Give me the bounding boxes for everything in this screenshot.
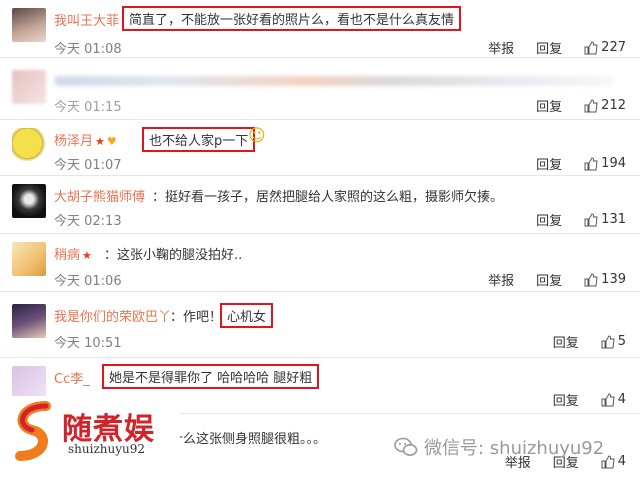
like-count: 4 [617,454,626,469]
comment-time: 今天 01:08 [54,42,122,57]
like-count: 131 [601,212,626,227]
comment-actions: 回复 194 [514,154,626,173]
comment-prefix-text: ：作吧！ [170,310,223,325]
commenter-name[interactable]: 我叫王大菲 [54,10,119,29]
like-button[interactable]: 227 [584,40,626,55]
reply-button[interactable]: 回复 [536,210,562,229]
reply-button[interactable]: 回复 [553,390,579,409]
thumbs-up-icon [584,212,598,226]
like-count: 139 [601,272,626,287]
avatar[interactable] [12,184,46,218]
commenter-name-text: 稍病 [54,248,81,263]
avatar[interactable] [12,70,46,104]
reply-button[interactable]: 回复 [536,96,562,115]
commenter-name[interactable]: 大胡子熊猫师傅 [54,186,145,205]
like-button[interactable]: 139 [584,272,626,287]
commenter-name[interactable]: 稍病 ★ [54,244,92,263]
comment-row: 大胡子熊猫师傅 ：挺好看一孩子，居然把腿给人家照的这么粗，摄影师欠揍。 今天 0… [0,176,640,234]
blurred-comment [54,76,614,86]
thumbs-up-icon [584,40,598,54]
thumbs-up-icon [584,156,598,170]
comment-text: ：挺好看一孩子，居然把腿给人家照的这么粗，摄影师欠揍。 [152,190,504,205]
comment-row: 杨泽月 ★ ♥ 也不给人家p一下 ☺ 今天 01:07 回复 194 [0,120,640,176]
avatar[interactable] [12,304,46,338]
comment-actions: 举报 回复 139 [466,270,626,289]
like-count: 194 [601,156,626,171]
brand-site: shuizhuyu92 [68,442,146,456]
comment-text: 什么这张侧身照腿很粗。。。 [170,432,327,447]
comment-row: 我叫王大菲 简直了，不能放一张好看的照片么，看也不是什么真友情 今天 01:08… [0,0,640,58]
brand-logo-icon [15,401,51,461]
vip-badge-icon: ♥ [106,135,117,148]
comment-row: 今天 01:15 回复 212 [0,58,640,120]
comment-time: 今天 01:06 [54,274,122,289]
thumbs-up-icon [601,334,615,348]
thumbs-up-icon [601,392,615,406]
like-button[interactable]: 4 [601,454,626,469]
comment-text: ：这张小鞠的腿没拍好.. [104,248,243,263]
comment-time: 今天 01:15 [54,100,122,115]
wechat-id: 微信号: shuizhuyu92 [424,438,605,459]
like-button[interactable]: 212 [584,98,626,113]
comment-row: 稍病 ★ ：这张小鞠的腿没拍好.. 今天 01:06 举报 回复 139 [0,234,640,292]
like-button[interactable]: 194 [584,156,626,171]
wechat-icon [394,437,418,456]
reply-button[interactable]: 回复 [536,38,562,57]
reply-button[interactable]: 回复 [536,154,562,173]
report-button[interactable]: 举报 [488,38,514,57]
star-badge-icon: ★ [95,135,105,148]
thumbs-up-icon [584,98,598,112]
comment-actions: 回复 5 [531,332,626,351]
reply-button[interactable]: 回复 [553,332,579,351]
comment-row: 我是你们的荣欧巴丫 ：作吧！ 心机女 今天 10:51 回复 5 [0,292,640,358]
commenter-name[interactable]: 杨泽月 ★ ♥ [54,130,117,149]
like-count: 5 [617,334,626,349]
comment-time: 今天 10:51 [54,336,122,351]
comment-text: 她是不是得罪你了 哈哈哈哈 腿好粗 [102,364,320,389]
comment-actions: 举报 回复 227 [466,38,626,57]
report-button[interactable]: 举报 [488,270,514,289]
comment-actions: 回复 212 [514,96,626,115]
commenter-name-text: 杨泽月 [54,134,94,149]
avatar[interactable] [12,8,46,42]
reply-button[interactable]: 回复 [536,270,562,289]
like-count: 212 [601,98,626,113]
comment-text: 也不给人家p一下 [142,127,256,152]
like-count: 227 [601,40,626,55]
commenter-name[interactable]: 我是你们的荣欧巴丫 [54,306,171,325]
like-button[interactable]: 131 [584,212,626,227]
comment-text: 心机女 [220,303,274,328]
grin-emoji-icon: ☺ [248,126,266,146]
brand-watermark: 随煮娱 shuizhuyu92 [0,396,180,466]
avatar[interactable] [12,242,46,276]
like-button[interactable]: 4 [601,392,626,407]
star-badge-icon: ★ [82,249,92,262]
avatar[interactable] [12,128,46,162]
avatar[interactable] [12,366,46,400]
comment-time: 今天 02:13 [54,214,122,229]
commenter-name[interactable]: Cc李_ [54,368,90,387]
comment-time: 今天 01:07 [54,158,122,173]
thumbs-up-icon [584,272,598,286]
comment-actions: 回复 4 [531,390,626,409]
like-count: 4 [617,392,626,407]
wechat-watermark: 微信号: shuizhuyu92 [394,434,604,460]
like-button[interactable]: 5 [601,334,626,349]
comment-text: 简直了，不能放一张好看的照片么，看也不是什么真友情 [122,6,462,31]
comment-actions: 回复 131 [514,210,626,229]
